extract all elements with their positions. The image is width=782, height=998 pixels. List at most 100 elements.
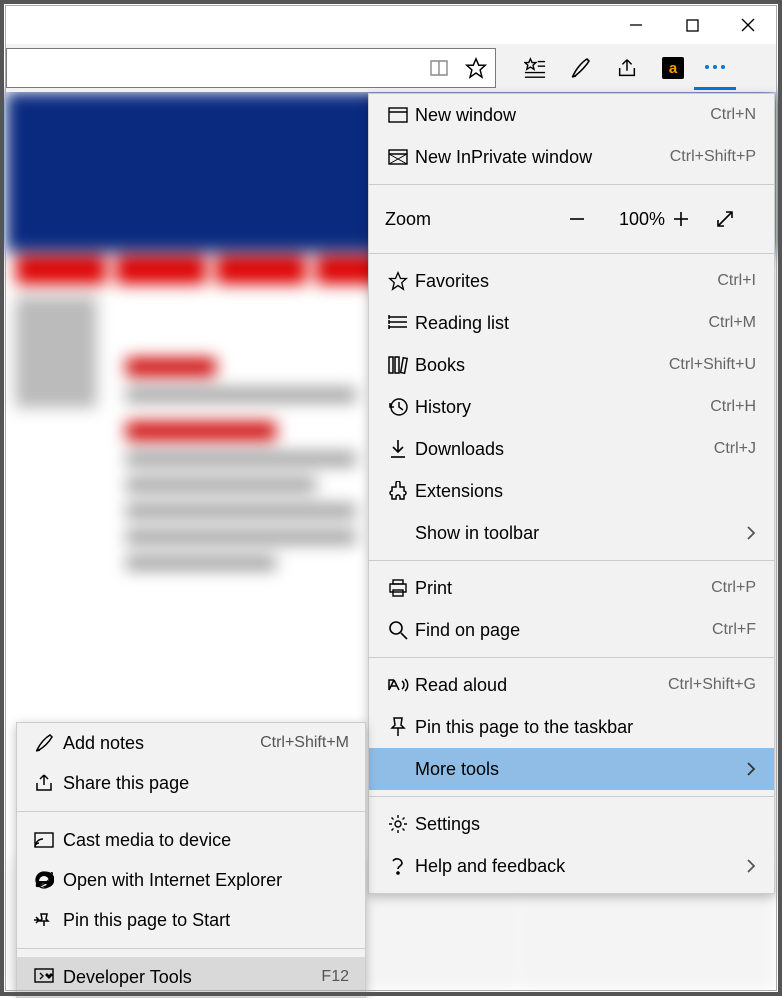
devtools-icon xyxy=(29,968,59,986)
pin-start-icon xyxy=(29,912,59,928)
zoom-in-button[interactable] xyxy=(672,210,716,228)
menu-label: New InPrivate window xyxy=(413,147,670,168)
menu-settings[interactable]: Settings xyxy=(369,803,774,845)
read-aloud-icon xyxy=(383,676,413,694)
menu-shortcut: Ctrl+Shift+P xyxy=(670,148,756,166)
menu-reading-list[interactable]: Reading list Ctrl+M xyxy=(369,302,774,344)
menu-separator xyxy=(369,657,774,658)
menu-separator xyxy=(369,253,774,254)
menu-books[interactable]: Books Ctrl+Shift+U xyxy=(369,344,774,386)
menu-label: Downloads xyxy=(413,439,714,460)
menu-separator xyxy=(369,796,774,797)
menu-label: Reading list xyxy=(413,313,708,334)
share-icon[interactable] xyxy=(616,57,638,79)
menu-label: History xyxy=(413,397,710,418)
cast-icon xyxy=(29,832,59,848)
minimize-button[interactable] xyxy=(608,6,664,44)
menu-label: More tools xyxy=(383,759,746,780)
menu-label: Find on page xyxy=(413,620,712,641)
print-icon xyxy=(383,579,413,597)
chevron-right-icon xyxy=(746,526,756,540)
menu-label: Developer Tools xyxy=(59,967,321,988)
menu-shortcut: Ctrl+Shift+U xyxy=(669,356,756,374)
share-icon xyxy=(29,773,59,793)
help-icon xyxy=(383,856,413,876)
menu-label: Open with Internet Explorer xyxy=(59,870,349,891)
notes-pen-icon[interactable] xyxy=(570,57,592,79)
extensions-icon xyxy=(383,481,413,501)
menu-label: Extensions xyxy=(413,481,756,502)
menu-label: Add notes xyxy=(59,733,260,754)
books-icon xyxy=(383,356,413,374)
window-icon xyxy=(383,107,413,123)
menu-read-aloud[interactable]: Read aloud Ctrl+Shift+G xyxy=(369,664,774,706)
menu-shortcut: Ctrl+Shift+G xyxy=(668,676,756,694)
menu-zoom: Zoom 100% xyxy=(369,191,774,247)
menu-label: Pin this page to Start xyxy=(59,910,349,931)
menu-extensions[interactable]: Extensions xyxy=(369,470,774,512)
more-menu-button[interactable] xyxy=(694,46,736,90)
favorite-star-icon[interactable] xyxy=(465,57,487,79)
favorites-list-icon[interactable] xyxy=(524,57,546,79)
menu-downloads[interactable]: Downloads Ctrl+J xyxy=(369,428,774,470)
menu-label: Books xyxy=(413,355,669,376)
menu-label: New window xyxy=(413,105,710,126)
menu-label: Settings xyxy=(413,814,756,835)
menu-shortcut: Ctrl+I xyxy=(717,272,756,290)
menu-show-in-toolbar[interactable]: Show in toolbar xyxy=(369,512,774,554)
address-bar[interactable] xyxy=(6,48,496,88)
submenu-developer-tools[interactable]: Developer Tools F12 xyxy=(17,957,365,997)
menu-label: Cast media to device xyxy=(59,830,349,851)
menu-new-inprivate[interactable]: New InPrivate window Ctrl+Shift+P xyxy=(369,136,774,178)
menu-print[interactable]: Print Ctrl+P xyxy=(369,567,774,609)
menu-label: Help and feedback xyxy=(413,856,746,877)
menu-label: Show in toolbar xyxy=(383,523,746,544)
submenu-add-notes[interactable]: Add notes Ctrl+Shift+M xyxy=(17,723,365,763)
menu-separator xyxy=(369,184,774,185)
reading-view-icon[interactable] xyxy=(429,58,451,78)
menu-label: Print xyxy=(413,578,711,599)
menu-shortcut: F12 xyxy=(321,968,349,986)
pin-icon xyxy=(383,717,413,737)
pen-icon xyxy=(29,733,59,753)
search-icon xyxy=(383,620,413,640)
settings-more-menu: New window Ctrl+N New InPrivate window C… xyxy=(368,93,775,894)
amazon-extension-icon[interactable]: a xyxy=(662,57,684,79)
chevron-right-icon xyxy=(746,762,756,776)
fullscreen-button[interactable] xyxy=(716,210,760,228)
zoom-out-button[interactable] xyxy=(568,210,612,228)
gear-icon xyxy=(383,814,413,834)
menu-shortcut: Ctrl+F xyxy=(712,621,756,639)
reading-list-icon xyxy=(383,315,413,331)
submenu-open-ie[interactable]: Open with Internet Explorer xyxy=(17,860,365,900)
menu-more-tools[interactable]: More tools xyxy=(369,748,774,790)
menu-help-feedback[interactable]: Help and feedback xyxy=(369,845,774,887)
close-button[interactable] xyxy=(720,6,776,44)
window-titlebar xyxy=(6,6,776,44)
zoom-value: 100% xyxy=(612,209,672,230)
zoom-label: Zoom xyxy=(383,209,568,230)
download-icon xyxy=(383,439,413,459)
inprivate-icon xyxy=(383,149,413,165)
chevron-right-icon xyxy=(746,859,756,873)
menu-shortcut: Ctrl+P xyxy=(711,579,756,597)
menu-label: Read aloud xyxy=(413,675,668,696)
menu-label: Pin this page to the taskbar xyxy=(413,717,756,738)
menu-new-window[interactable]: New window Ctrl+N xyxy=(369,94,774,136)
menu-history[interactable]: History Ctrl+H xyxy=(369,386,774,428)
star-icon xyxy=(383,271,413,291)
menu-shortcut: Ctrl+J xyxy=(714,440,756,458)
menu-find-on-page[interactable]: Find on page Ctrl+F xyxy=(369,609,774,651)
menu-shortcut: Ctrl+N xyxy=(710,106,756,124)
submenu-share-page[interactable]: Share this page xyxy=(17,763,365,803)
submenu-cast-media[interactable]: Cast media to device xyxy=(17,820,365,860)
browser-toolbar: a xyxy=(6,44,776,92)
menu-favorites[interactable]: Favorites Ctrl+I xyxy=(369,260,774,302)
more-tools-submenu: Add notes Ctrl+Shift+M Share this page C… xyxy=(16,722,366,998)
menu-separator xyxy=(17,948,365,949)
maximize-button[interactable] xyxy=(664,6,720,44)
menu-label: Share this page xyxy=(59,773,349,794)
submenu-pin-start[interactable]: Pin this page to Start xyxy=(17,900,365,940)
ie-icon xyxy=(29,870,59,890)
menu-pin-taskbar[interactable]: Pin this page to the taskbar xyxy=(369,706,774,748)
